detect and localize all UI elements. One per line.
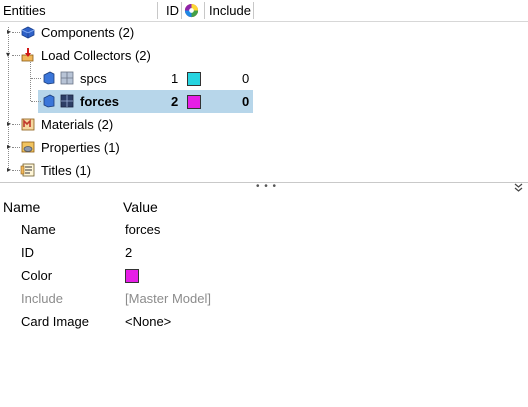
property-label: ID xyxy=(21,245,34,260)
entity-tree: ▸ Components (2) ▾ Load Collectors (2) s… xyxy=(0,21,528,182)
load-collector-icon xyxy=(42,71,58,87)
load-collector-icon xyxy=(42,94,58,110)
load-collectors-icon xyxy=(20,47,36,63)
grid-display-icon[interactable] xyxy=(60,71,76,87)
column-divider[interactable] xyxy=(204,2,205,19)
include-value: 0 xyxy=(242,71,250,86)
materials-icon xyxy=(20,116,36,132)
tree-item-label: forces xyxy=(80,94,120,109)
include-column-header[interactable]: Include xyxy=(209,0,251,21)
tree-item-label: spcs xyxy=(80,71,107,86)
double-chevron-down-icon[interactable] xyxy=(514,183,523,195)
tree-item-label: Load Collectors (2) xyxy=(41,48,151,63)
tree-item-properties[interactable]: ▸ Properties (1) xyxy=(0,136,528,159)
id-column-header[interactable]: ID xyxy=(166,0,179,21)
tree-item-materials[interactable]: ▸ Materials (2) xyxy=(0,113,528,136)
property-label: Name xyxy=(21,222,56,237)
property-label: Card Image xyxy=(21,314,89,329)
value-column-header: Value xyxy=(123,199,158,215)
property-value-name[interactable]: forces xyxy=(125,218,160,241)
entity-id: 1 xyxy=(171,71,179,86)
tree-item-load-collectors[interactable]: ▾ Load Collectors (2) xyxy=(0,44,528,67)
tree-item-label: Materials (2) xyxy=(41,117,114,132)
grid-display-icon[interactable] xyxy=(60,94,76,110)
entity-id: 2 xyxy=(171,94,179,109)
properties-icon xyxy=(20,139,36,155)
color-wheel-icon[interactable] xyxy=(184,3,199,18)
color-swatch[interactable] xyxy=(187,95,201,109)
panel-splitter[interactable]: • • • xyxy=(0,182,528,195)
column-divider[interactable] xyxy=(253,2,254,19)
properties-panel: Name Value Name forces ID 2 Color Includ… xyxy=(0,196,528,407)
property-label: Color xyxy=(21,268,53,283)
tree-item-label: Properties (1) xyxy=(41,140,120,155)
property-value-card-image[interactable]: <None> xyxy=(125,310,171,333)
property-color-swatch[interactable] xyxy=(125,269,139,283)
column-divider[interactable] xyxy=(157,2,158,19)
tree-item-label: Components (2) xyxy=(41,25,135,40)
tree-item-components[interactable]: ▸ Components (2) xyxy=(0,21,528,44)
property-value-include: [Master Model] xyxy=(125,291,211,306)
include-value: 0 xyxy=(242,94,250,109)
collapse-arrow-icon[interactable]: ▾ xyxy=(4,51,12,59)
color-swatch[interactable] xyxy=(187,72,201,86)
property-value-id[interactable]: 2 xyxy=(125,241,132,264)
tree-item-titles[interactable]: ▸ Titles (1) xyxy=(0,159,528,182)
column-divider[interactable] xyxy=(181,2,182,19)
components-icon xyxy=(20,24,36,40)
entity-browser-header: Entities ID Include xyxy=(0,0,528,22)
name-column-header: Name xyxy=(3,199,41,215)
titles-icon xyxy=(20,162,36,178)
entities-column-header[interactable]: Entities xyxy=(3,0,46,21)
splitter-grip[interactable]: • • • xyxy=(256,182,277,192)
tree-item-spcs[interactable]: spcs 1 0 xyxy=(0,67,528,90)
property-label: Include xyxy=(21,291,63,306)
tree-item-label: Titles (1) xyxy=(41,163,92,178)
tree-item-forces[interactable]: forces 2 0 xyxy=(0,90,528,113)
